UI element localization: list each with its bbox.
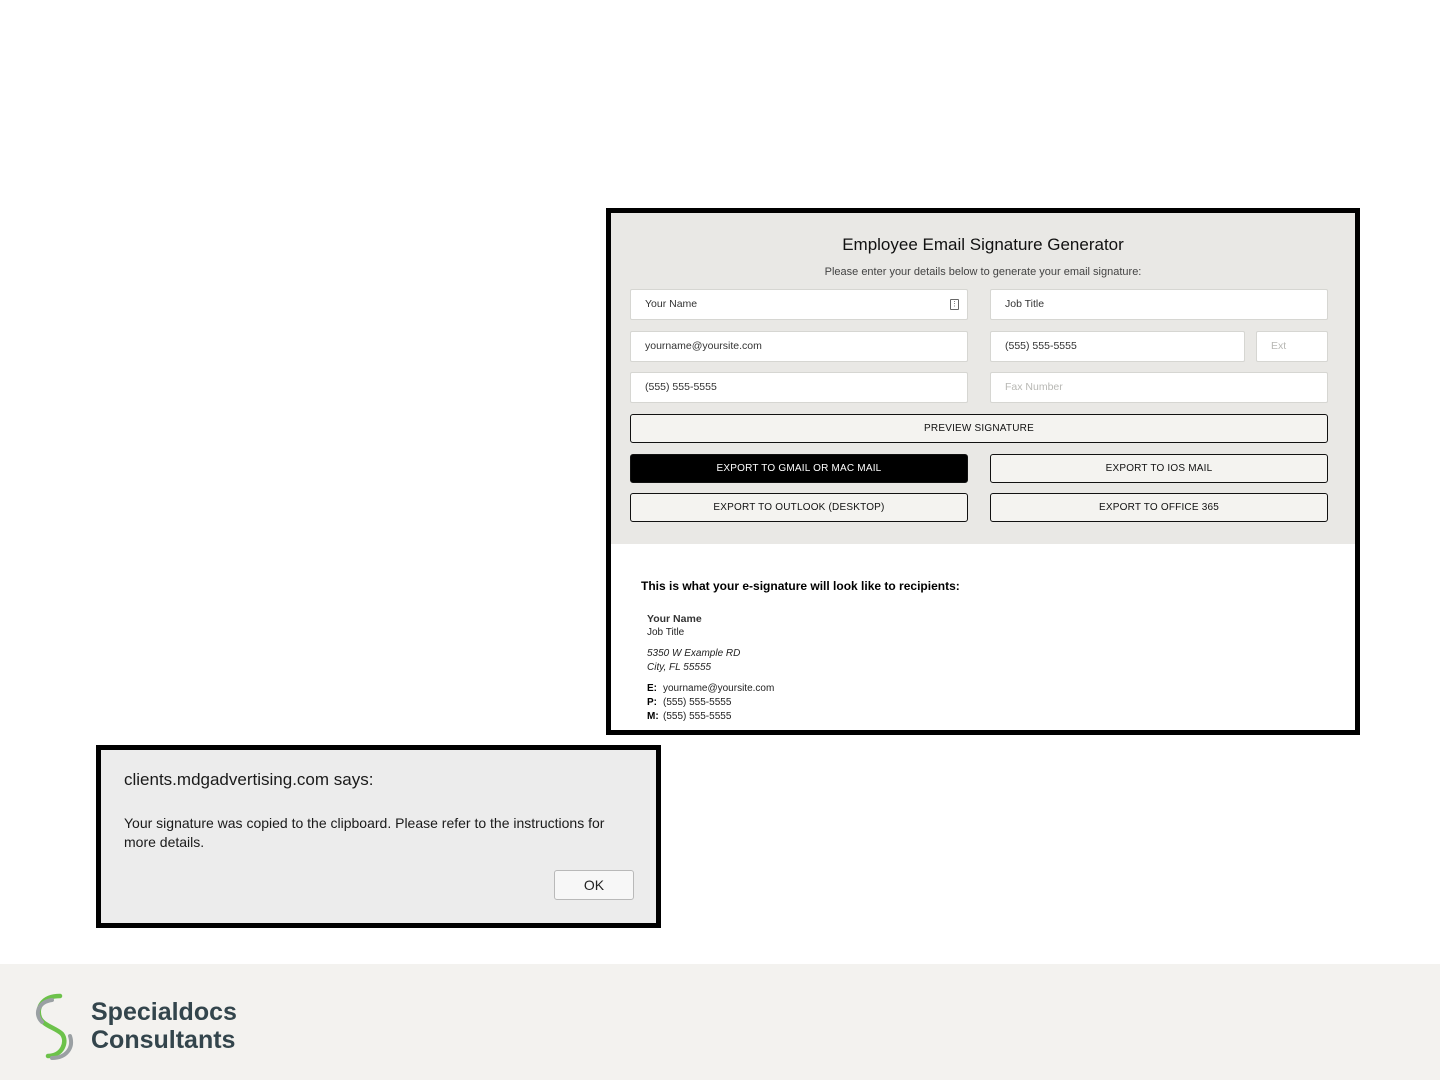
preview-signature-button[interactable]: PREVIEW SIGNATURE xyxy=(630,414,1328,443)
signature-email-label: E: xyxy=(647,683,657,694)
signature-name: Your Name xyxy=(647,613,702,625)
footer: Specialdocs Consultants xyxy=(0,964,1440,1080)
clipboard-alert-dialog: clients.mdgadvertising.com says: Your si… xyxy=(96,745,661,928)
generator-title: Employee Email Signature Generator xyxy=(842,235,1124,254)
autofill-contact-icon[interactable]: ⋮ xyxy=(950,299,959,310)
signature-email: yourname@yoursite.com xyxy=(663,683,775,694)
alert-ok-button[interactable]: OK xyxy=(554,870,634,900)
specialdocs-s-logo-icon xyxy=(35,993,73,1060)
signature-form: Employee Email Signature Generator Pleas… xyxy=(611,213,1355,544)
preview-intro: This is what your e-signature will look … xyxy=(641,579,960,593)
logo-line2: Consultants xyxy=(91,1026,236,1054)
generator-subtitle: Please enter your details below to gener… xyxy=(824,266,1142,278)
signature-generator-screenshot: Employee Email Signature Generator Pleas… xyxy=(606,208,1360,735)
signature-mobile: (555) 555-5555 xyxy=(663,711,732,722)
export-ios-button[interactable]: EXPORT TO IOS MAIL xyxy=(990,454,1328,483)
alert-title: clients.mdgadvertising.com says: xyxy=(124,770,374,789)
job-title-field[interactable]: Job Title xyxy=(990,289,1328,320)
signature-phone-row: P: (555) 555-5555 xyxy=(647,696,731,710)
signature-title: Job Title xyxy=(647,627,685,638)
export-outlook-button[interactable]: EXPORT TO OUTLOOK (DESKTOP) xyxy=(630,493,968,522)
export-gmail-button[interactable]: EXPORT TO GMAIL OR MAC MAIL xyxy=(630,454,968,483)
signature-address-line2: City, FL 55555 xyxy=(647,662,712,673)
signature-mobile-label: M: xyxy=(647,711,659,722)
logo-wordmark: Specialdocs Consultants xyxy=(91,998,237,1054)
signature-email-row: E: yourname@yoursite.com xyxy=(647,682,774,696)
export-office365-button[interactable]: EXPORT TO OFFICE 365 xyxy=(990,493,1328,522)
fax-field[interactable]: Fax Number xyxy=(990,372,1328,403)
name-field[interactable]: Your Name ⋮ xyxy=(630,289,968,320)
signature-phone-label: P: xyxy=(647,697,657,708)
alert-message: Your signature was copied to the clipboa… xyxy=(124,815,605,850)
email-field[interactable]: yourname@yoursite.com xyxy=(630,331,968,362)
phone-field[interactable]: (555) 555-5555 xyxy=(990,331,1245,362)
signature-address-line1: 5350 W Example RD xyxy=(647,648,741,659)
mobile-field[interactable]: (555) 555-5555 xyxy=(630,372,968,403)
signature-phone: (555) 555-5555 xyxy=(663,697,732,708)
name-field-value: Your Name xyxy=(645,298,698,310)
signature-mobile-row: M: (555) 555-5555 xyxy=(647,710,731,724)
logo-line1: Specialdocs xyxy=(91,998,237,1026)
ext-field[interactable]: Ext xyxy=(1256,331,1328,362)
